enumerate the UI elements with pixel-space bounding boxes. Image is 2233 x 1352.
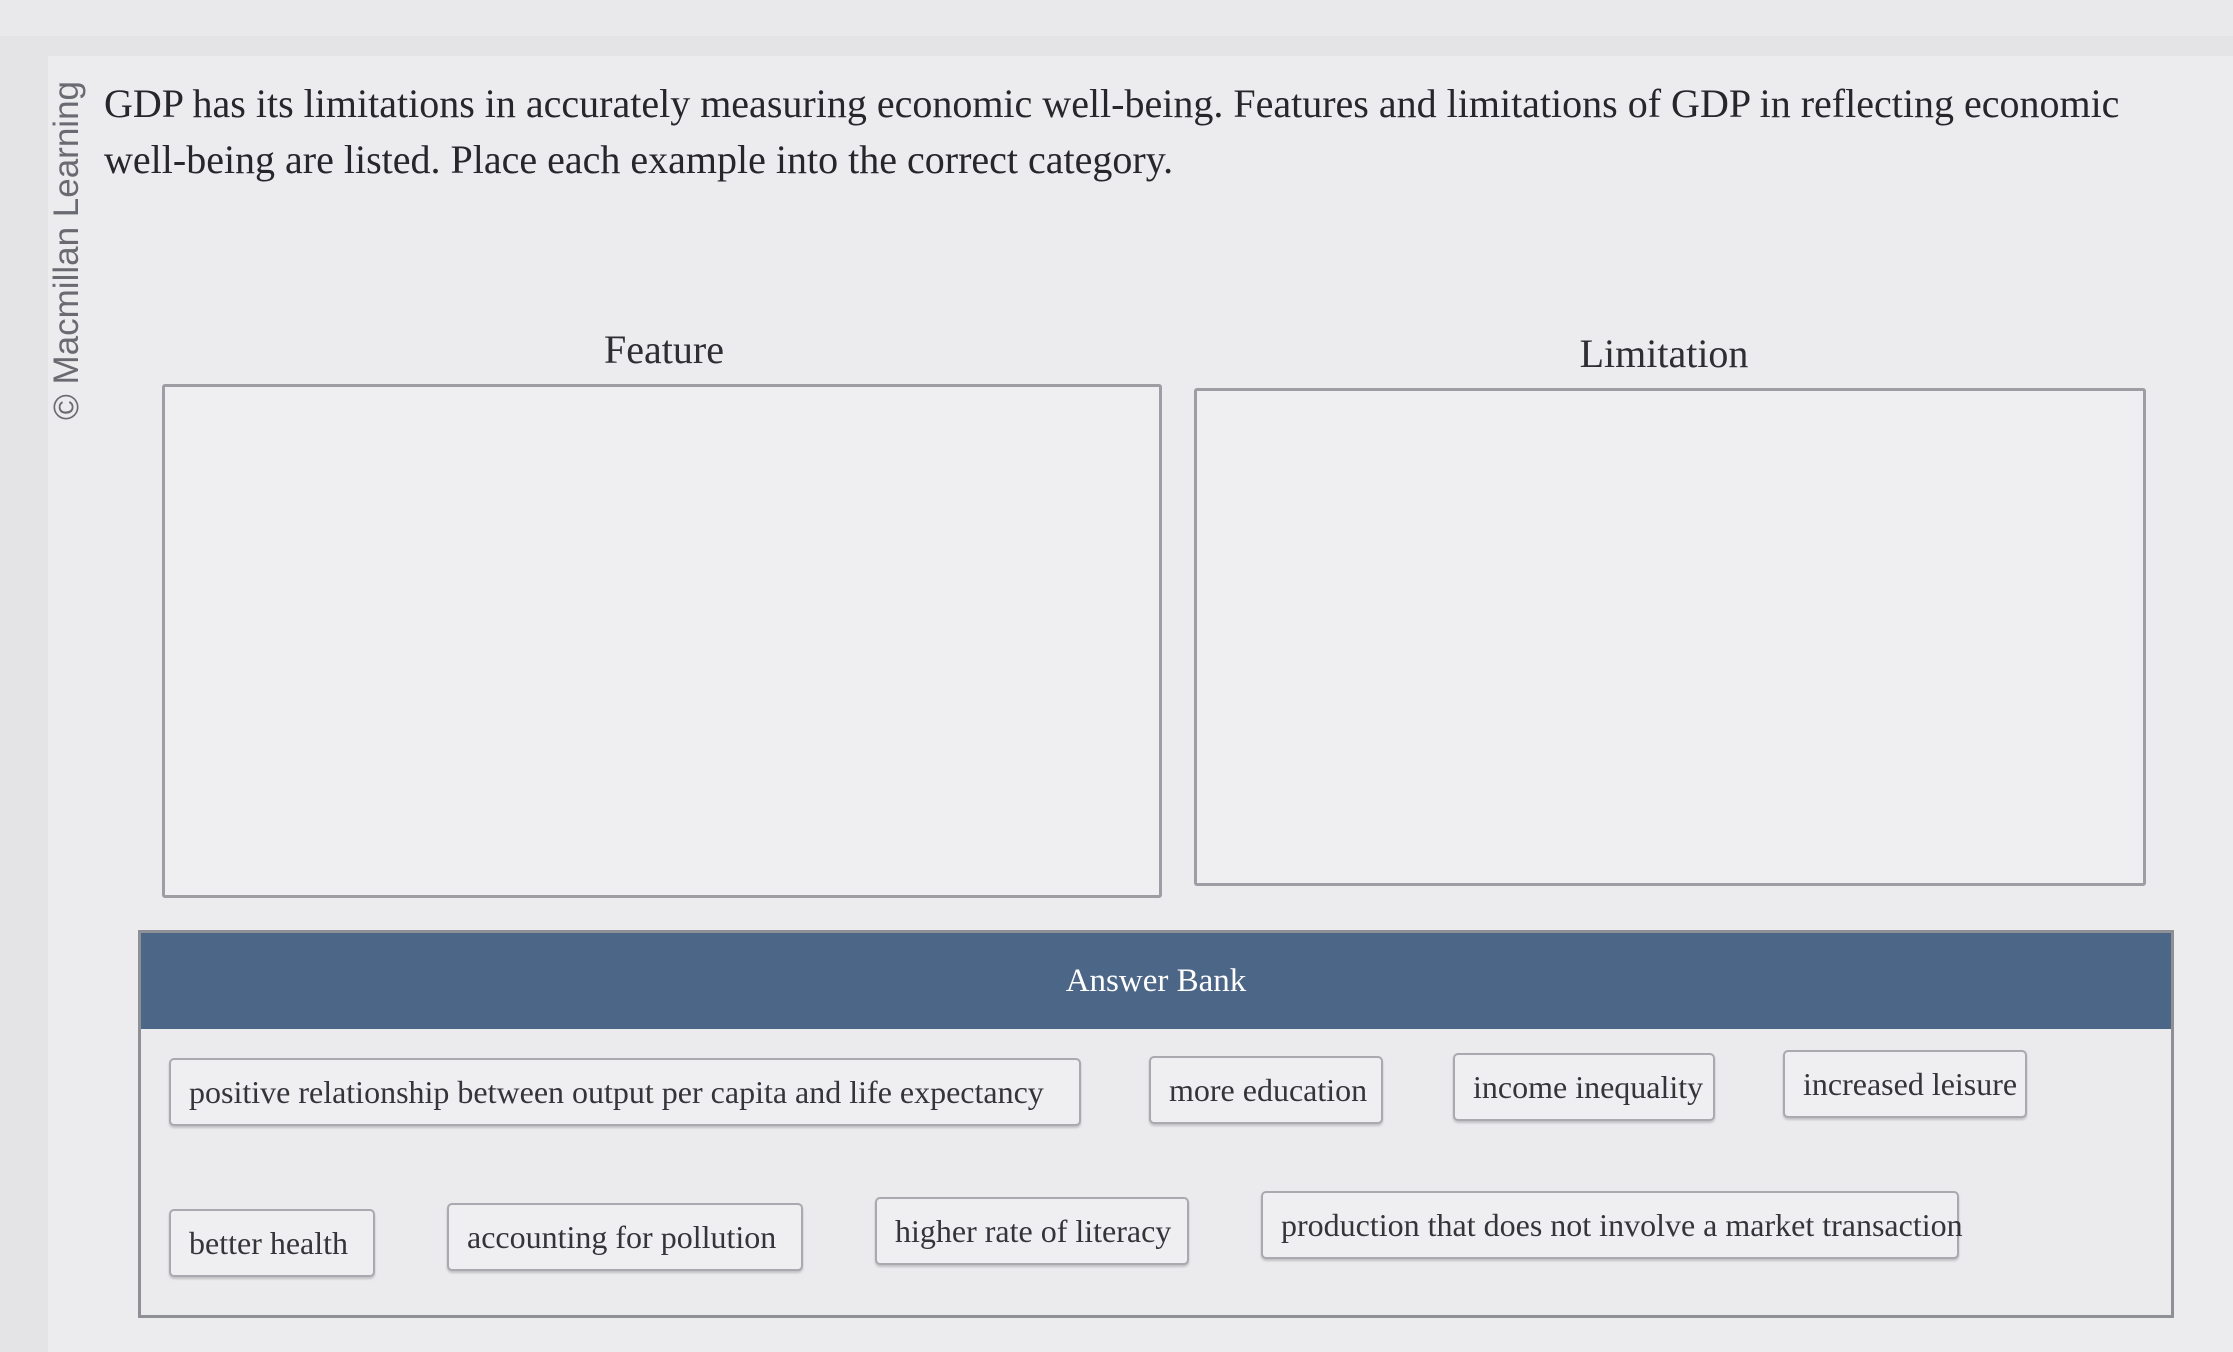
- question-text: GDP has its limitations in accurately me…: [104, 81, 2120, 182]
- answer-bank-header: Answer Bank: [141, 933, 2171, 1029]
- answer-chip-accounting-pollution[interactable]: accounting for pollution: [447, 1203, 803, 1271]
- copyright-watermark: © Macmillan Learning: [47, 81, 86, 420]
- answer-chip-more-education[interactable]: more education: [1149, 1056, 1383, 1124]
- category-title-limitation: Limitation: [1579, 331, 1749, 376]
- top-bar: [0, 0, 2233, 36]
- drop-zone-limitation[interactable]: [1194, 388, 2146, 886]
- answer-bank: Answer Bank positive relationship betwee…: [138, 930, 2174, 1318]
- answer-chip-life-expectancy[interactable]: positive relationship between output per…: [169, 1058, 1081, 1126]
- drop-zone-feature[interactable]: [162, 384, 1162, 898]
- answer-chip-literacy[interactable]: higher rate of literacy: [875, 1197, 1189, 1265]
- answer-chip-better-health[interactable]: better health: [169, 1209, 375, 1277]
- answer-chip-increased-leisure[interactable]: increased leisure: [1783, 1050, 2027, 1118]
- answer-chip-income-inequality[interactable]: income inequality: [1453, 1053, 1715, 1121]
- answer-chip-non-market-production[interactable]: production that does not involve a marke…: [1261, 1191, 1963, 1259]
- category-title-feature: Feature: [604, 327, 724, 372]
